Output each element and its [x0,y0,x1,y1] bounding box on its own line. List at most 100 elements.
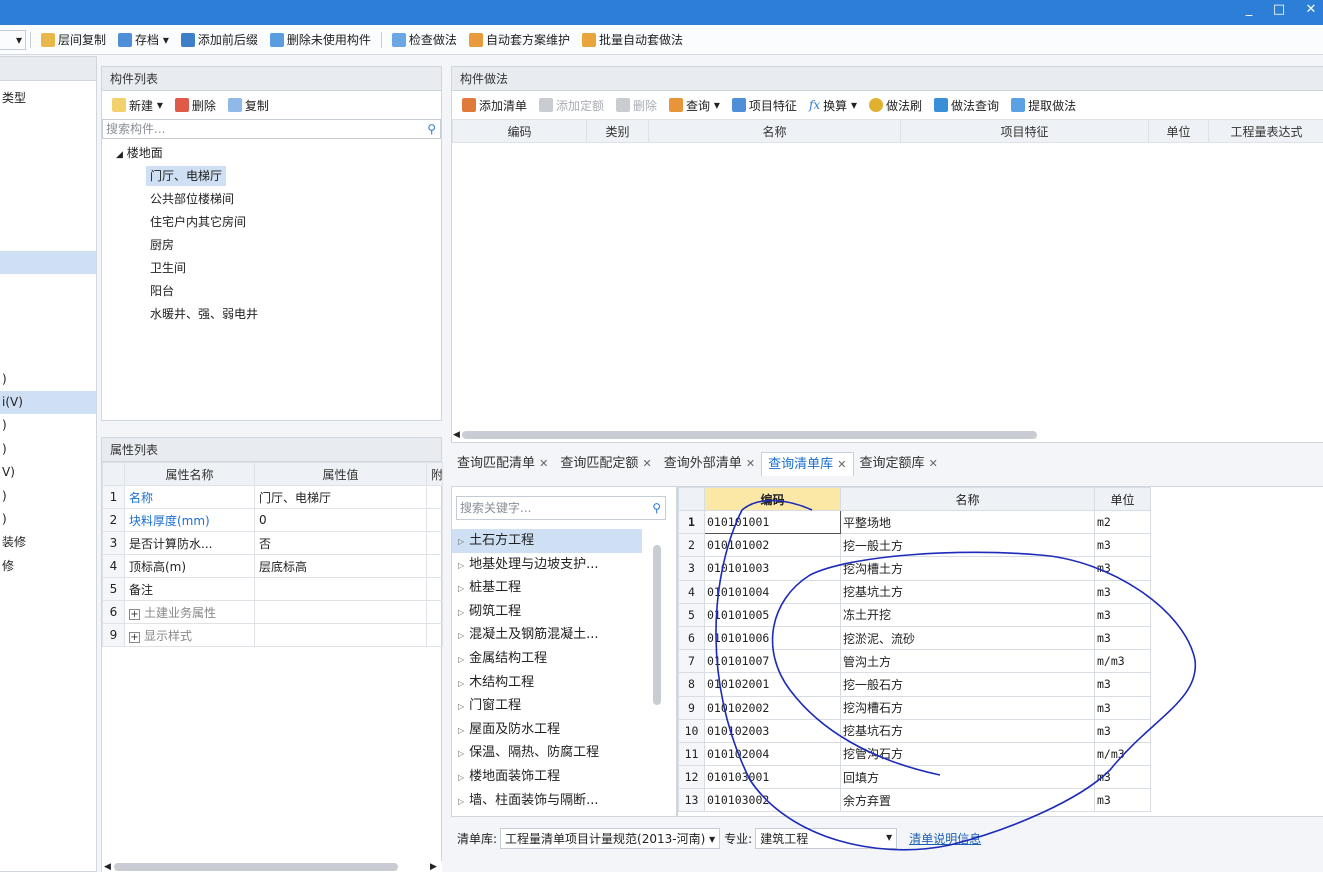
close-icon[interactable]: ✕ [643,457,652,470]
library-row[interactable]: 2 010101002 挖一般土方 m3 [678,533,1151,558]
component-item[interactable]: 公共部位楼梯间 [102,188,441,211]
left-tree-item[interactable] [0,274,96,297]
row-code[interactable]: 010101007 [704,649,841,674]
expand-plus-icon[interactable]: + [129,631,140,643]
close-icon[interactable]: ✕ [837,458,846,471]
method-query-button[interactable]: 做法查询 [928,94,1005,116]
close-icon[interactable]: ✕ [1299,2,1323,17]
left-tree-item[interactable]: ) [0,368,96,391]
result-code-header[interactable]: 编码 [704,487,841,511]
row-code[interactable]: 010102003 [704,718,841,743]
copy-component-button[interactable]: 复制 [222,94,275,116]
row-unit[interactable]: m3 [1094,718,1151,743]
row-code[interactable]: 010101001 [704,509,841,535]
property-value[interactable] [254,577,427,601]
query-tab[interactable]: 查询定额库 ✕ [854,452,944,476]
query-tab[interactable]: 查询匹配清单 ✕ [451,452,554,476]
library-row[interactable]: 13 010103002 余方弃置 m3 [678,788,1151,813]
project-feature-button[interactable]: 项目特征 [726,94,803,116]
property-value[interactable] [254,600,427,624]
copy-floor-button[interactable]: 层间复制 [35,29,112,51]
row-code[interactable]: 010101003 [704,556,841,581]
left-tree-item[interactable] [0,298,96,321]
scroll-left-icon[interactable]: ◀ [453,430,460,440]
auto-scheme-button[interactable]: 自动套方案维护 [463,29,576,51]
row-name[interactable]: 冻土开挖 [840,602,1095,627]
left-tree-item[interactable]: i(V) [0,391,96,415]
row-name[interactable]: 余方弃置 [840,788,1095,813]
expand-triangle-icon[interactable]: ▷ [458,655,464,664]
property-row[interactable]: 3 是否计算防水... 否 [102,531,443,555]
property-row[interactable]: 1 名称 门厅、电梯厅 [102,485,443,509]
add-quota-button[interactable]: 添加定额 [533,94,610,116]
row-unit[interactable]: m3 [1094,695,1151,720]
category-item[interactable]: ▷ 墙、柱面装饰与隔断... [452,789,652,813]
row-unit[interactable]: m/m3 [1094,741,1151,767]
search-icon[interactable]: ⚲ [427,120,436,138]
row-unit[interactable]: m3 [1094,579,1151,604]
collapse-triangle-icon[interactable]: ◢ [116,150,123,160]
category-item[interactable]: ▷ 保温、隔热、防腐工程 [452,741,652,765]
library-row[interactable]: 5 010101005 冻土开挖 m3 [678,602,1151,627]
tree-root-floor[interactable]: ◢ 楼地面 [102,142,441,165]
add-list-button[interactable]: 添加清单 [456,94,533,116]
left-tree-item[interactable]: 修 [0,555,96,578]
left-tree-item[interactable] [0,227,96,250]
property-row[interactable]: 2 块料厚度(mm) 0 [102,508,443,532]
row-unit[interactable]: m3 [1094,602,1151,627]
library-select[interactable]: 工程量清单项目计量规范(2013-河南) ▾ [500,827,721,849]
left-tree-item[interactable]: 装修 [0,531,96,554]
delete-component-button[interactable]: 删除 [169,94,222,116]
left-tree-item[interactable] [0,204,96,227]
library-row[interactable]: 6 010101006 挖淤泥、流砂 m3 [678,625,1151,651]
left-tree-item[interactable] [0,321,96,344]
scrollbar-thumb[interactable] [114,863,398,871]
floor-dropdown[interactable]: ▾ [0,29,26,50]
row-unit[interactable]: m3 [1094,556,1151,581]
property-row[interactable]: 6 + 土建业务属性 [102,600,443,624]
row-name[interactable]: 回填方 [840,765,1095,790]
component-item[interactable]: 住宅户内其它房间 [102,211,441,234]
property-value[interactable]: 门厅、电梯厅 [254,485,427,509]
library-row[interactable]: 4 010101004 挖基坑土方 m3 [678,579,1151,604]
row-name[interactable]: 挖沟槽土方 [840,556,1095,581]
row-code[interactable]: 010101006 [704,625,841,651]
property-value[interactable]: 否 [254,531,427,555]
convert-button[interactable]: fx 换算 ▾ [803,94,863,116]
result-unit-header[interactable]: 单位 [1094,487,1151,511]
query-tab[interactable]: 查询清单库 ✕ [761,452,854,476]
category-item[interactable]: ▷ 混凝土及钢筋混凝土... [452,623,652,647]
expand-triangle-icon[interactable]: ▷ [458,631,464,640]
method-delete-button[interactable]: 删除 [610,94,663,116]
library-row[interactable]: 9 010102002 挖沟槽石方 m3 [678,695,1151,720]
query-tab[interactable]: 查询匹配定额 ✕ [554,452,657,476]
property-row[interactable]: 5 备注 [102,577,443,601]
property-value[interactable]: 0 [254,508,427,532]
category-item[interactable]: ▷ 砌筑工程 [452,600,652,624]
row-unit[interactable]: m3 [1094,625,1151,651]
expand-triangle-icon[interactable]: ▷ [458,773,464,782]
minimize-icon[interactable]: _ [1237,2,1261,17]
keyword-search-input[interactable]: 搜索关键字... ⚲ [456,496,666,520]
category-item[interactable]: ▷ 门窗工程 [452,694,652,718]
library-row[interactable]: 1 010101001 平整场地 m2 [678,509,1151,535]
row-unit[interactable]: m3 [1094,788,1151,813]
query-tab[interactable]: 查询外部清单 ✕ [658,452,761,476]
library-row[interactable]: 12 010103001 回填方 m3 [678,765,1151,790]
close-icon[interactable]: ✕ [929,457,938,470]
left-tree-item[interactable] [0,110,96,133]
query-button[interactable]: 查询 ▾ [663,94,726,116]
search-icon[interactable]: ⚲ [652,497,661,519]
left-tree-item[interactable] [0,134,96,157]
close-icon[interactable]: ✕ [746,457,755,470]
component-search-input[interactable]: 搜索构件... ⚲ [102,119,441,139]
category-item[interactable]: ▷ 桩基工程 [452,576,652,600]
row-code[interactable]: 010103001 [704,765,841,790]
component-item[interactable]: 厨房 [102,234,441,257]
expand-triangle-icon[interactable]: ▷ [458,797,464,806]
left-tree-item[interactable] [0,181,96,204]
property-value[interactable]: 层底标高 [254,554,427,578]
category-item[interactable]: ▷ 木结构工程 [452,671,652,695]
expand-triangle-icon[interactable]: ▷ [458,608,464,617]
method-hscrollbar[interactable]: ◀ [452,429,1323,441]
